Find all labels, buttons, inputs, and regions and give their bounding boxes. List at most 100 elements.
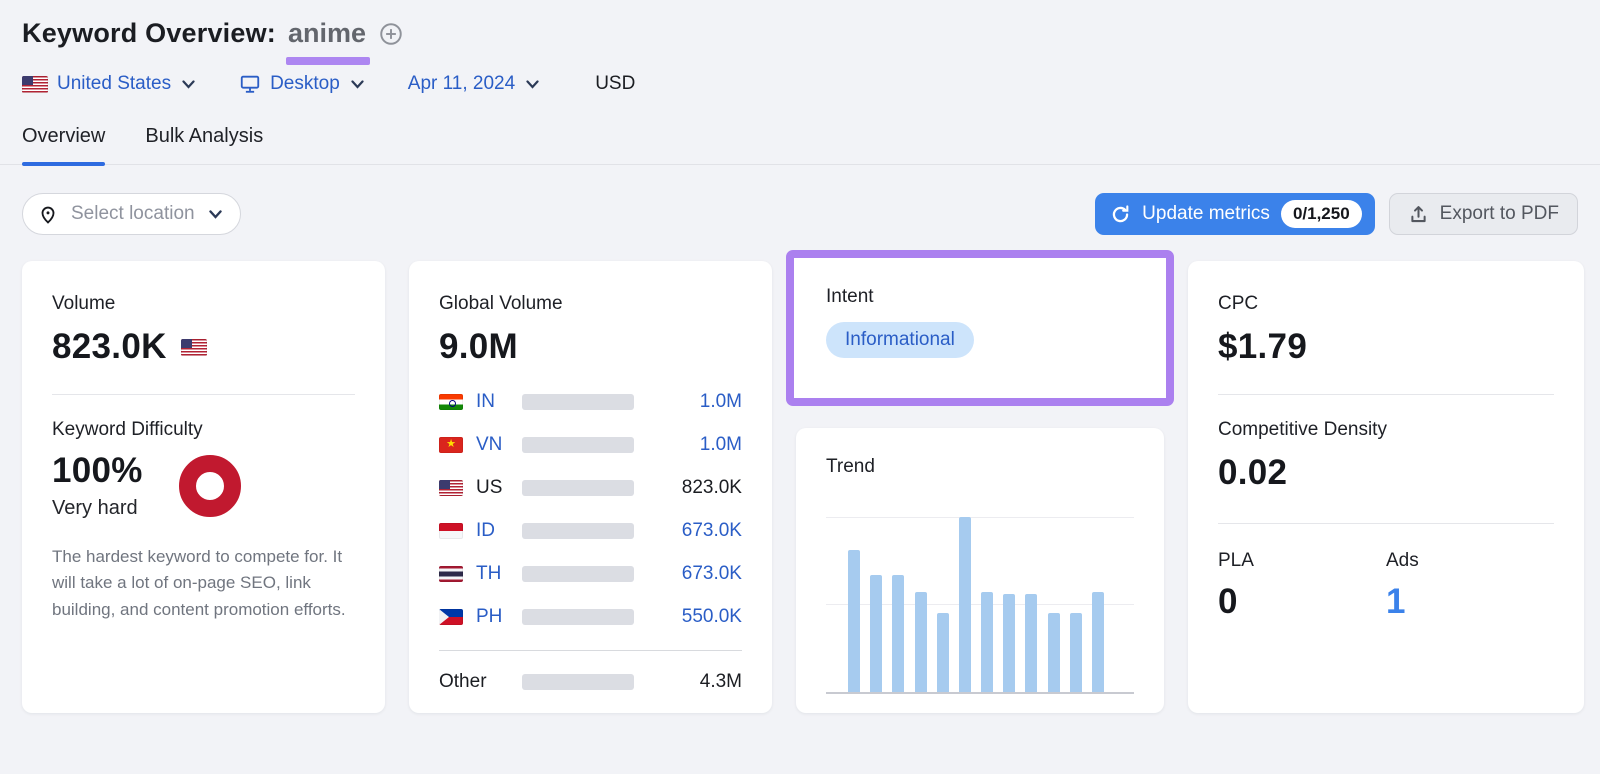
volume-bar: [522, 480, 634, 496]
keyword-query: anime: [288, 18, 366, 49]
intent-card: Intent Informational: [794, 258, 1166, 398]
country-code-link[interactable]: PH: [476, 606, 522, 628]
country-volume-list: IN 1.0M VN 1.0M US 823.0K: [439, 389, 742, 695]
currency-label: USD: [595, 73, 635, 95]
toolbar-right: Update metrics 0/1,250 Export to PDF: [1095, 193, 1578, 235]
update-quota-badge: 0/1,250: [1281, 200, 1362, 228]
ads-value-link[interactable]: 1: [1386, 582, 1554, 622]
country-code-link[interactable]: IN: [476, 391, 522, 413]
volume-value: 823.0K: [52, 327, 167, 367]
other-volume: 4.3M: [700, 671, 742, 693]
toolbar: Select location Update metrics 0/1,250: [22, 193, 1578, 235]
us-flag-icon: [22, 76, 48, 93]
tabs: Overview Bulk Analysis: [0, 125, 1600, 165]
ads-label: Ads: [1386, 550, 1554, 572]
trend-bar: [981, 592, 993, 692]
country-volume-link[interactable]: 673.0K: [682, 563, 742, 585]
intent-badge: Informational: [826, 322, 974, 358]
intent-trend-column: Intent Informational Trend: [796, 261, 1164, 713]
trend-bar: [915, 592, 927, 692]
country-code-link[interactable]: ID: [476, 520, 522, 542]
date-selector[interactable]: Apr 11, 2024: [408, 73, 539, 95]
chevron-down-icon: [209, 210, 222, 219]
update-metrics-label: Update metrics: [1142, 203, 1270, 225]
keyword-difficulty-value: 100%: [52, 451, 143, 491]
vn-flag-icon: [439, 437, 463, 453]
trend-bar: [1003, 594, 1015, 692]
volume-card: Volume 823.0K Keyword Difficulty 100% Ve…: [22, 261, 385, 713]
country-code-link[interactable]: VN: [476, 434, 522, 456]
add-keyword-icon[interactable]: [378, 21, 404, 47]
intent-highlight-annotation: Intent Informational: [786, 250, 1174, 406]
filters-row: United States Desktop Apr 11, 2024: [0, 49, 1600, 95]
country-volume-link[interactable]: 1.0M: [700, 391, 742, 413]
divider: [1218, 523, 1554, 524]
location-pin-icon: [37, 203, 59, 225]
country-row: ID 673.0K: [439, 518, 742, 544]
trend-bar-chart: [826, 488, 1134, 694]
refresh-icon: [1110, 204, 1131, 225]
trend-bar: [848, 550, 860, 692]
select-location-label: Select location: [71, 203, 195, 225]
metrics-grid: Volume 823.0K Keyword Difficulty 100% Ve…: [22, 261, 1578, 713]
export-to-pdf-label: Export to PDF: [1440, 203, 1559, 225]
competitive-density-value: 0.02: [1218, 453, 1554, 493]
keyword-difficulty-description: The hardest keyword to compete for. It w…: [52, 544, 355, 623]
volume-bar: [522, 609, 634, 625]
divider: [52, 394, 355, 395]
country-selector[interactable]: United States: [22, 73, 195, 95]
country-row: PH 550.0K: [439, 604, 742, 630]
select-location-button[interactable]: Select location: [22, 193, 241, 235]
country-code: US: [476, 477, 522, 499]
country-volume-link[interactable]: 1.0M: [700, 434, 742, 456]
tab-bulk-analysis[interactable]: Bulk Analysis: [145, 125, 263, 164]
trend-bar: [1048, 613, 1060, 692]
ph-flag-icon: [439, 609, 463, 625]
trend-bar: [959, 517, 971, 692]
volume-bar: [522, 523, 634, 539]
country-volume-link[interactable]: 673.0K: [682, 520, 742, 542]
cpc-value: $1.79: [1218, 327, 1554, 367]
other-label: Other: [439, 671, 522, 693]
page-title: Keyword Overview:: [22, 18, 276, 49]
device-selector-label: Desktop: [270, 73, 340, 95]
divider: [1218, 394, 1554, 395]
volume-bar: [522, 674, 634, 690]
export-to-pdf-button[interactable]: Export to PDF: [1389, 193, 1578, 235]
country-code-link[interactable]: TH: [476, 563, 522, 585]
chevron-down-icon: [351, 80, 364, 89]
global-volume-value: 9.0M: [439, 327, 742, 367]
cpc-card: CPC $1.79 Competitive Density 0.02 PLA 0…: [1188, 261, 1584, 713]
cpc-label: CPC: [1218, 293, 1554, 315]
country-row: VN 1.0M: [439, 432, 742, 458]
trend-bars: [848, 517, 1104, 692]
date-selector-label: Apr 11, 2024: [408, 73, 515, 95]
update-metrics-button[interactable]: Update metrics 0/1,250: [1095, 193, 1375, 235]
volume-label: Volume: [52, 293, 355, 315]
trend-bar: [870, 575, 882, 692]
chart-baseline: [826, 692, 1134, 694]
competitive-density-label: Competitive Density: [1218, 419, 1554, 441]
volume-bar: [522, 394, 634, 410]
difficulty-donut-gauge: [179, 455, 241, 517]
trend-bar: [1070, 613, 1082, 692]
device-selector[interactable]: Desktop: [239, 73, 364, 95]
keyword-difficulty-label: Keyword Difficulty: [52, 419, 355, 441]
other-countries-row: Other 4.3M: [439, 669, 742, 695]
pla-label: PLA: [1218, 550, 1386, 572]
country-selector-label: United States: [57, 73, 171, 95]
country-volume-link[interactable]: 550.0K: [682, 606, 742, 628]
tab-overview[interactable]: Overview: [22, 125, 105, 164]
in-flag-icon: [439, 394, 463, 410]
desktop-icon: [239, 73, 261, 95]
us-flag-icon: [181, 339, 207, 356]
th-flag-icon: [439, 566, 463, 582]
trend-bar: [1092, 592, 1104, 692]
us-flag-icon: [439, 480, 463, 496]
pla-value: 0: [1218, 582, 1386, 622]
chevron-down-icon: [526, 80, 539, 89]
trend-label: Trend: [826, 456, 1134, 478]
global-volume-label: Global Volume: [439, 293, 742, 315]
volume-bar: [522, 437, 634, 453]
keyword-overview-page: Keyword Overview: anime United States: [0, 0, 1600, 774]
